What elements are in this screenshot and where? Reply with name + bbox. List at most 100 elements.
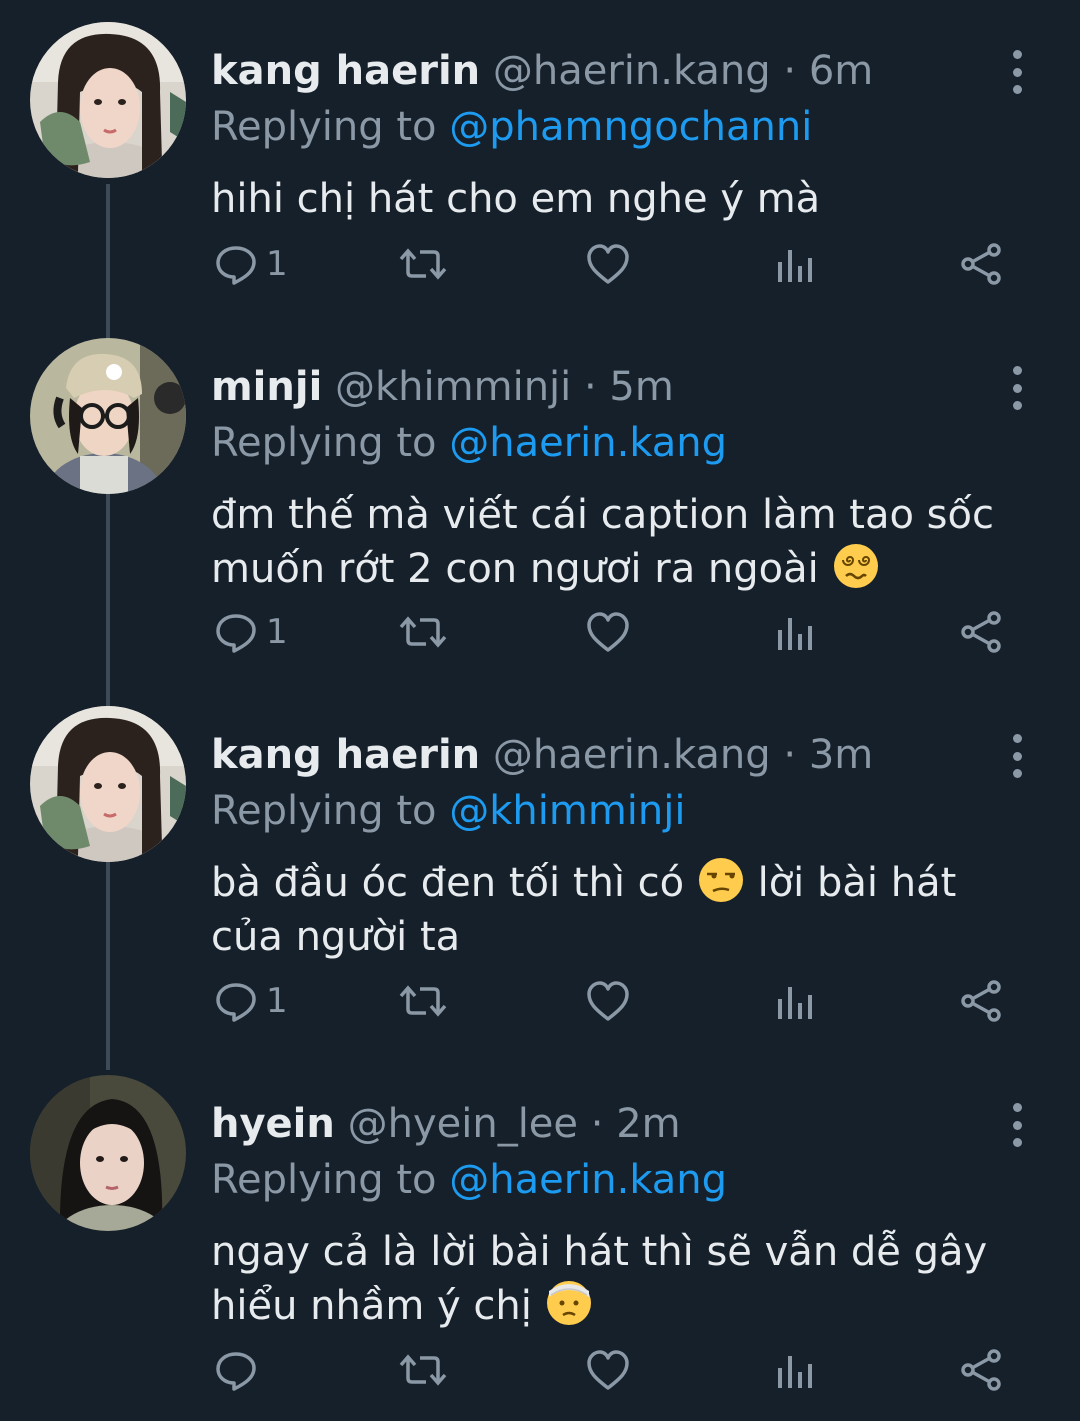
user-handle[interactable]: @khimminji <box>335 364 571 410</box>
replying-to: Replying to @haerin.kang <box>211 418 727 468</box>
timestamp[interactable]: 3m <box>809 732 873 778</box>
views-button[interactable] <box>775 606 815 658</box>
bandaged-face-emoji <box>546 1281 591 1325</box>
tweet-actions <box>0 1344 1080 1396</box>
like-icon <box>587 244 629 284</box>
like-icon <box>587 612 629 652</box>
tweet-header: kang haerin @haerin.kang · 3m <box>211 730 873 780</box>
timestamp[interactable]: 2m <box>616 1101 680 1147</box>
avatar[interactable] <box>30 706 186 862</box>
tweet-text: ngay cả là lời bài hát thì sẽ vẫn dễ gây… <box>211 1225 1031 1333</box>
display-name[interactable]: minji <box>211 364 322 410</box>
retweet-icon <box>399 985 447 1017</box>
more-icon[interactable] <box>1004 1103 1030 1147</box>
tweet-actions: 1 <box>0 975 1080 1027</box>
tweet-text-content: hihi chị hát cho em nghe ý mà <box>211 176 821 222</box>
user-handle[interactable]: @haerin.kang <box>493 732 771 778</box>
replying-to-label: Replying to <box>211 788 437 834</box>
share-button[interactable] <box>960 238 1004 290</box>
like-button[interactable] <box>585 975 631 1027</box>
retweet-icon <box>399 1354 447 1386</box>
reply-button[interactable] <box>214 1344 266 1396</box>
tweet-text-before: bà đầu óc đen tối thì có <box>211 860 685 906</box>
reply-button[interactable]: 1 <box>214 238 288 290</box>
retweet-button[interactable] <box>398 1344 448 1396</box>
reply-button[interactable]: 1 <box>214 975 288 1027</box>
reply-icon <box>216 246 256 285</box>
display-name[interactable]: hyein <box>211 1101 335 1147</box>
share-icon <box>961 243 1001 285</box>
display-name[interactable]: kang haerin <box>211 48 480 94</box>
reply-button[interactable]: 1 <box>214 606 288 658</box>
tweet-actions: 1 <box>0 238 1080 290</box>
user-handle[interactable]: @hyein_lee <box>348 1101 578 1147</box>
like-button[interactable] <box>585 238 631 290</box>
timestamp[interactable]: 5m <box>609 364 673 410</box>
more-icon[interactable] <box>1004 366 1030 410</box>
tweet-actions: 1 <box>0 606 1080 658</box>
avatar[interactable] <box>30 338 186 494</box>
views-button[interactable] <box>775 238 815 290</box>
tweet-header: minji @khimminji · 5m <box>211 362 674 412</box>
avatar[interactable] <box>30 1075 186 1231</box>
retweet-button[interactable] <box>398 606 448 658</box>
replying-to: Replying to @phamngochanni <box>211 102 812 152</box>
mention-link[interactable]: @phamngochanni <box>449 104 812 150</box>
views-icon <box>778 987 812 1019</box>
mention-link[interactable]: @haerin.kang <box>449 420 727 466</box>
views-button[interactable] <box>775 1344 815 1396</box>
share-icon <box>961 611 1001 653</box>
reply-icon <box>216 1352 256 1391</box>
like-button[interactable] <box>585 1344 631 1396</box>
retweet-button[interactable] <box>398 975 448 1027</box>
share-button[interactable] <box>960 606 1004 658</box>
reply-icon <box>216 983 256 1022</box>
replying-to-label: Replying to <box>211 1157 437 1203</box>
separator-dot: · <box>783 48 797 94</box>
more-icon[interactable] <box>1004 50 1030 94</box>
replying-to-label: Replying to <box>211 104 437 150</box>
avatar-haerin-image <box>30 706 186 862</box>
tweet-text: đm thế mà viết cái caption làm tao sốc m… <box>211 488 1031 596</box>
tweet-header: kang haerin @haerin.kang · 6m <box>211 46 873 96</box>
retweet-button[interactable] <box>398 238 448 290</box>
avatar[interactable] <box>30 22 186 178</box>
share-icon <box>961 1349 1001 1391</box>
more-icon[interactable] <box>1004 734 1030 778</box>
avatar-hyein-image <box>30 1075 186 1231</box>
share-icon <box>961 980 1001 1022</box>
reply-thread: kang haerin @haerin.kang · 6m Replying t… <box>0 0 1080 1421</box>
replying-to: Replying to @khimminji <box>211 786 685 836</box>
like-button[interactable] <box>585 606 631 658</box>
avatar-minji-image <box>30 338 186 494</box>
mention-link[interactable]: @haerin.kang <box>449 1157 727 1203</box>
separator-dot: · <box>783 732 797 778</box>
user-handle[interactable]: @haerin.kang <box>493 48 771 94</box>
unamused-face-emoji <box>698 858 743 902</box>
tweet-text: hihi chị hát cho em nghe ý mà <box>211 172 1031 226</box>
views-icon <box>778 618 812 650</box>
display-name[interactable]: kang haerin <box>211 732 480 778</box>
replying-to: Replying to @haerin.kang <box>211 1155 727 1205</box>
dizzy-face-emoji <box>833 544 878 588</box>
mention-link[interactable]: @khimminji <box>449 788 685 834</box>
retweet-icon <box>399 248 447 280</box>
share-button[interactable] <box>960 1344 1004 1396</box>
replying-to-label: Replying to <box>211 420 437 466</box>
separator-dot: · <box>590 1101 604 1147</box>
timestamp[interactable]: 6m <box>809 48 873 94</box>
tweet[interactable]: kang haerin @haerin.kang · 3m Replying t… <box>0 706 1080 1006</box>
like-icon <box>587 1350 629 1390</box>
tweet-text: bà đầu óc đen tối thì có lời bài hát của… <box>211 856 1031 964</box>
reply-count: 1 <box>266 612 288 652</box>
like-icon <box>587 981 629 1021</box>
views-icon <box>778 1356 812 1388</box>
avatar-haerin-image <box>30 22 186 178</box>
tweet[interactable]: hyein @hyein_lee · 2m Replying to @haeri… <box>0 1075 1080 1375</box>
reply-icon <box>216 614 256 653</box>
views-button[interactable] <box>775 975 815 1027</box>
reply-count: 1 <box>266 981 288 1021</box>
tweet[interactable]: minji @khimminji · 5m Replying to @haeri… <box>0 338 1080 638</box>
share-button[interactable] <box>960 975 1004 1027</box>
retweet-icon <box>399 616 447 648</box>
